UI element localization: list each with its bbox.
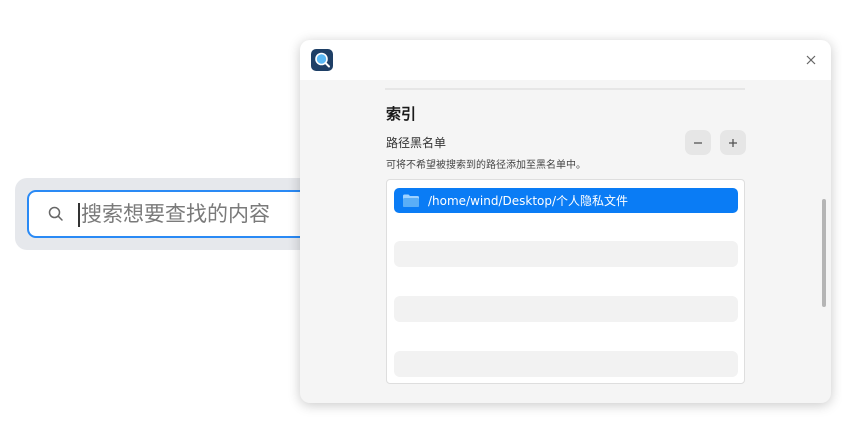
add-path-button[interactable] bbox=[720, 130, 746, 155]
list-item-selected[interactable]: /home/wind/Desktop/个人隐私文件 bbox=[394, 188, 738, 213]
search-app-icon bbox=[311, 49, 333, 71]
search-icon bbox=[48, 206, 63, 221]
path-blacklist-description: 可将不希望被搜索到的路径添加至黑名单中。 bbox=[386, 160, 586, 171]
path-blacklist-label: 路径黑名单 bbox=[386, 136, 447, 150]
plus-icon bbox=[729, 138, 737, 147]
minus-icon bbox=[694, 141, 702, 144]
close-icon bbox=[806, 55, 816, 65]
close-button[interactable] bbox=[791, 40, 831, 80]
text-caret bbox=[78, 203, 80, 227]
blacklist-path: /home/wind/Desktop/个人隐私文件 bbox=[428, 194, 629, 208]
path-blacklist-list: /home/wind/Desktop/个人隐私文件 bbox=[386, 179, 745, 384]
list-item-empty[interactable] bbox=[394, 241, 738, 267]
remove-path-button[interactable] bbox=[685, 130, 711, 155]
folder-icon bbox=[403, 194, 419, 207]
list-item-empty[interactable] bbox=[394, 351, 738, 377]
vertical-scrollbar[interactable] bbox=[822, 199, 826, 307]
titlebar bbox=[300, 40, 831, 80]
section-divider bbox=[385, 88, 745, 90]
search-bar-container: 搜索想要查找的内容 bbox=[15, 178, 347, 250]
search-input[interactable]: 搜索想要查找的内容 bbox=[27, 190, 347, 238]
search-placeholder: 搜索想要查找的内容 bbox=[81, 202, 270, 226]
index-settings-dialog: 索引 路径黑名单 可将不希望被搜索到的路径添加至黑名单中。 /home/wind… bbox=[300, 40, 831, 403]
list-item-empty[interactable] bbox=[394, 296, 738, 322]
section-title: 索引 bbox=[386, 105, 417, 123]
